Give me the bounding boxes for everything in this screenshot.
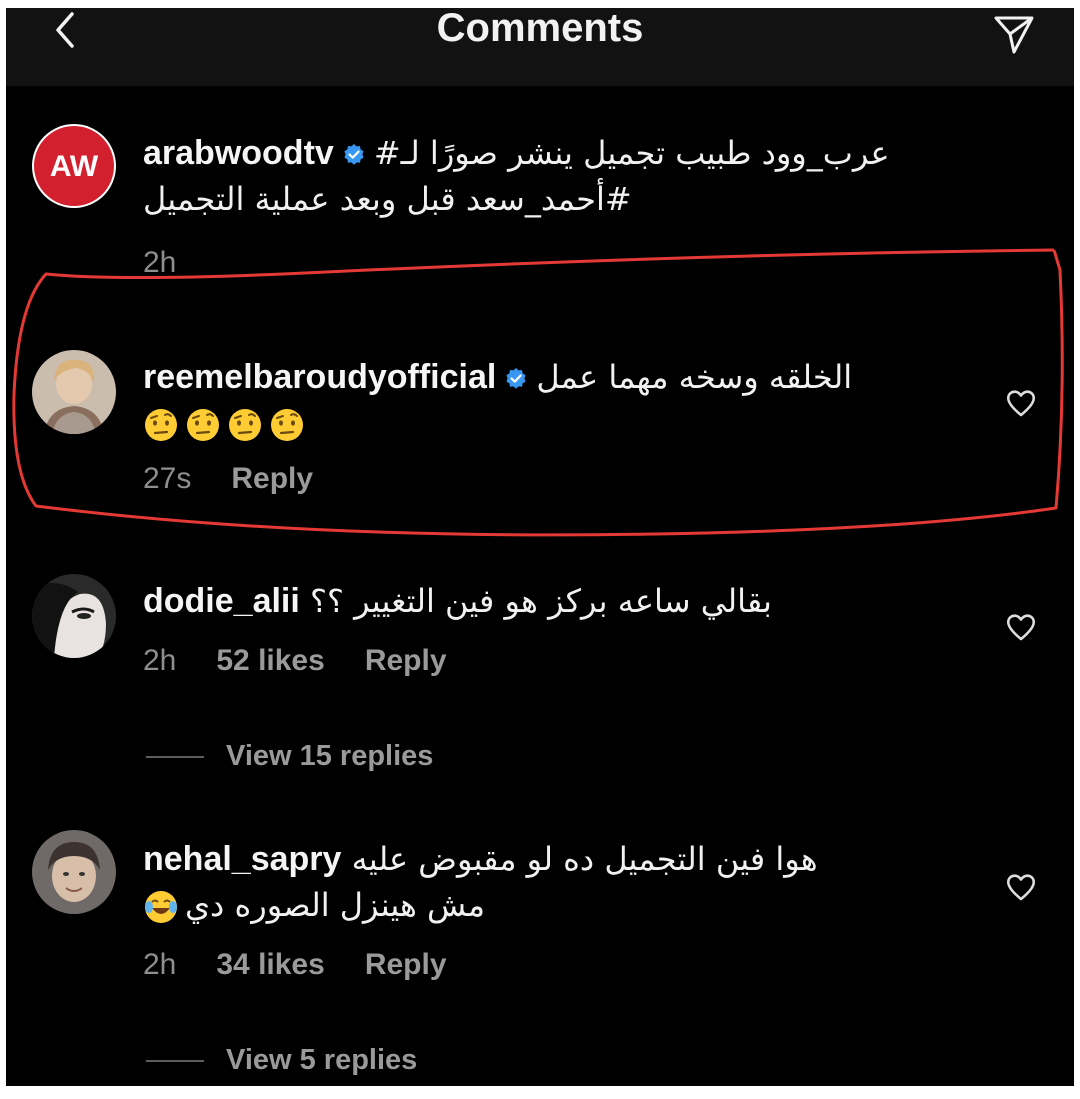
face-with-raised-eyebrow-emoji bbox=[271, 409, 303, 441]
comment-meta: 2h bbox=[143, 246, 216, 280]
user-photo-icon bbox=[32, 350, 116, 434]
username[interactable]: arabwoodtv bbox=[143, 134, 334, 172]
heart-icon[interactable] bbox=[1004, 870, 1038, 904]
comment-text: بقالي ساعه بركز هو فين التغيير ؟؟ bbox=[310, 582, 772, 620]
comment-text: مش هينزل الصوره دي bbox=[185, 886, 485, 924]
comment-body: هوا فين التجميل ده لو مقبوض عليه nehal_s… bbox=[143, 836, 943, 928]
comment-meta: 27s Reply bbox=[143, 462, 353, 496]
comment-line-1: عرب_وود طبيب تجميل ينشر صورًا لـ# arabwoo… bbox=[143, 130, 943, 176]
likes-count[interactable]: 34 likes bbox=[216, 948, 324, 981]
header-bar: Comments bbox=[6, 8, 1074, 86]
face-with-raised-eyebrow-emoji bbox=[229, 409, 261, 441]
reply-button[interactable]: Reply bbox=[231, 462, 313, 495]
comment-body: بقالي ساعه بركز هو فين التغيير ؟؟ dodie_… bbox=[143, 578, 943, 624]
comment-time: 2h bbox=[143, 948, 177, 981]
avatar[interactable]: AW bbox=[32, 124, 116, 208]
user-photo-icon bbox=[32, 574, 116, 658]
comment-meta: 2h 34 likes Reply bbox=[143, 948, 487, 982]
divider bbox=[146, 756, 204, 759]
avatar[interactable] bbox=[32, 574, 116, 658]
send-icon[interactable] bbox=[992, 12, 1036, 56]
arabwood-logo-icon: AW bbox=[34, 126, 114, 206]
verified-badge-icon bbox=[344, 144, 364, 165]
comment-time: 27s bbox=[143, 462, 192, 495]
username[interactable]: dodie_alii bbox=[143, 582, 300, 620]
divider bbox=[146, 1060, 204, 1063]
view-replies-button[interactable]: View 15 replies bbox=[146, 740, 433, 773]
face-with-raised-eyebrow-emoji bbox=[145, 409, 177, 441]
comment-line-1: الخلقه وسخه مهما عمل reemelbaroudyofficia… bbox=[143, 354, 943, 400]
svg-text:AW: AW bbox=[50, 150, 99, 183]
comment-time: 2h bbox=[143, 246, 177, 279]
user-photo-icon bbox=[32, 830, 116, 914]
comment-line-2: #أحمد_سعد قبل وبعد عملية التجميل bbox=[143, 180, 632, 218]
comment-time: 2h bbox=[143, 644, 177, 677]
view-replies-label: View 5 replies bbox=[226, 1044, 418, 1076]
comment-body: عرب_وود طبيب تجميل ينشر صورًا لـ# arabwoo… bbox=[143, 130, 943, 222]
reply-button[interactable]: Reply bbox=[365, 948, 447, 981]
comment-meta: 2h 52 likes Reply bbox=[143, 644, 487, 678]
comment-text: الخلقه وسخه مهما عمل bbox=[536, 358, 853, 396]
page-title: Comments bbox=[436, 8, 644, 50]
face-with-tears-of-joy-emoji bbox=[145, 891, 177, 923]
avatar[interactable] bbox=[32, 350, 116, 434]
face-with-raised-eyebrow-emoji bbox=[187, 409, 219, 441]
view-replies-button[interactable]: View 5 replies bbox=[146, 1044, 417, 1077]
comment-line-1: هوا فين التجميل ده لو مقبوض عليه nehal_s… bbox=[143, 836, 943, 882]
likes-count[interactable]: 52 likes bbox=[216, 644, 324, 677]
comments-screen: Comments AW عرب_وود طبيب تجميل ينشر صورً… bbox=[6, 8, 1074, 1086]
username[interactable]: nehal_sapry bbox=[143, 840, 341, 878]
emoji-row bbox=[143, 400, 943, 446]
heart-icon[interactable] bbox=[1004, 386, 1038, 420]
username[interactable]: reemelbaroudyofficial bbox=[143, 358, 496, 396]
comment-line-2: مش هينزل الصوره دي bbox=[143, 882, 943, 928]
comment-text: عرب_وود طبيب تجميل ينشر صورًا لـ# bbox=[373, 134, 890, 172]
reply-button[interactable]: Reply bbox=[365, 644, 447, 677]
verified-badge-icon bbox=[506, 368, 526, 389]
view-replies-label: View 15 replies bbox=[226, 740, 434, 772]
comment-body: الخلقه وسخه مهما عمل reemelbaroudyofficia… bbox=[143, 354, 943, 446]
avatar[interactable] bbox=[32, 830, 116, 914]
heart-icon[interactable] bbox=[1004, 610, 1038, 644]
comment-text: هوا فين التجميل ده لو مقبوض عليه bbox=[351, 840, 818, 878]
comment-line-1: بقالي ساعه بركز هو فين التغيير ؟؟ dodie_… bbox=[143, 578, 943, 624]
